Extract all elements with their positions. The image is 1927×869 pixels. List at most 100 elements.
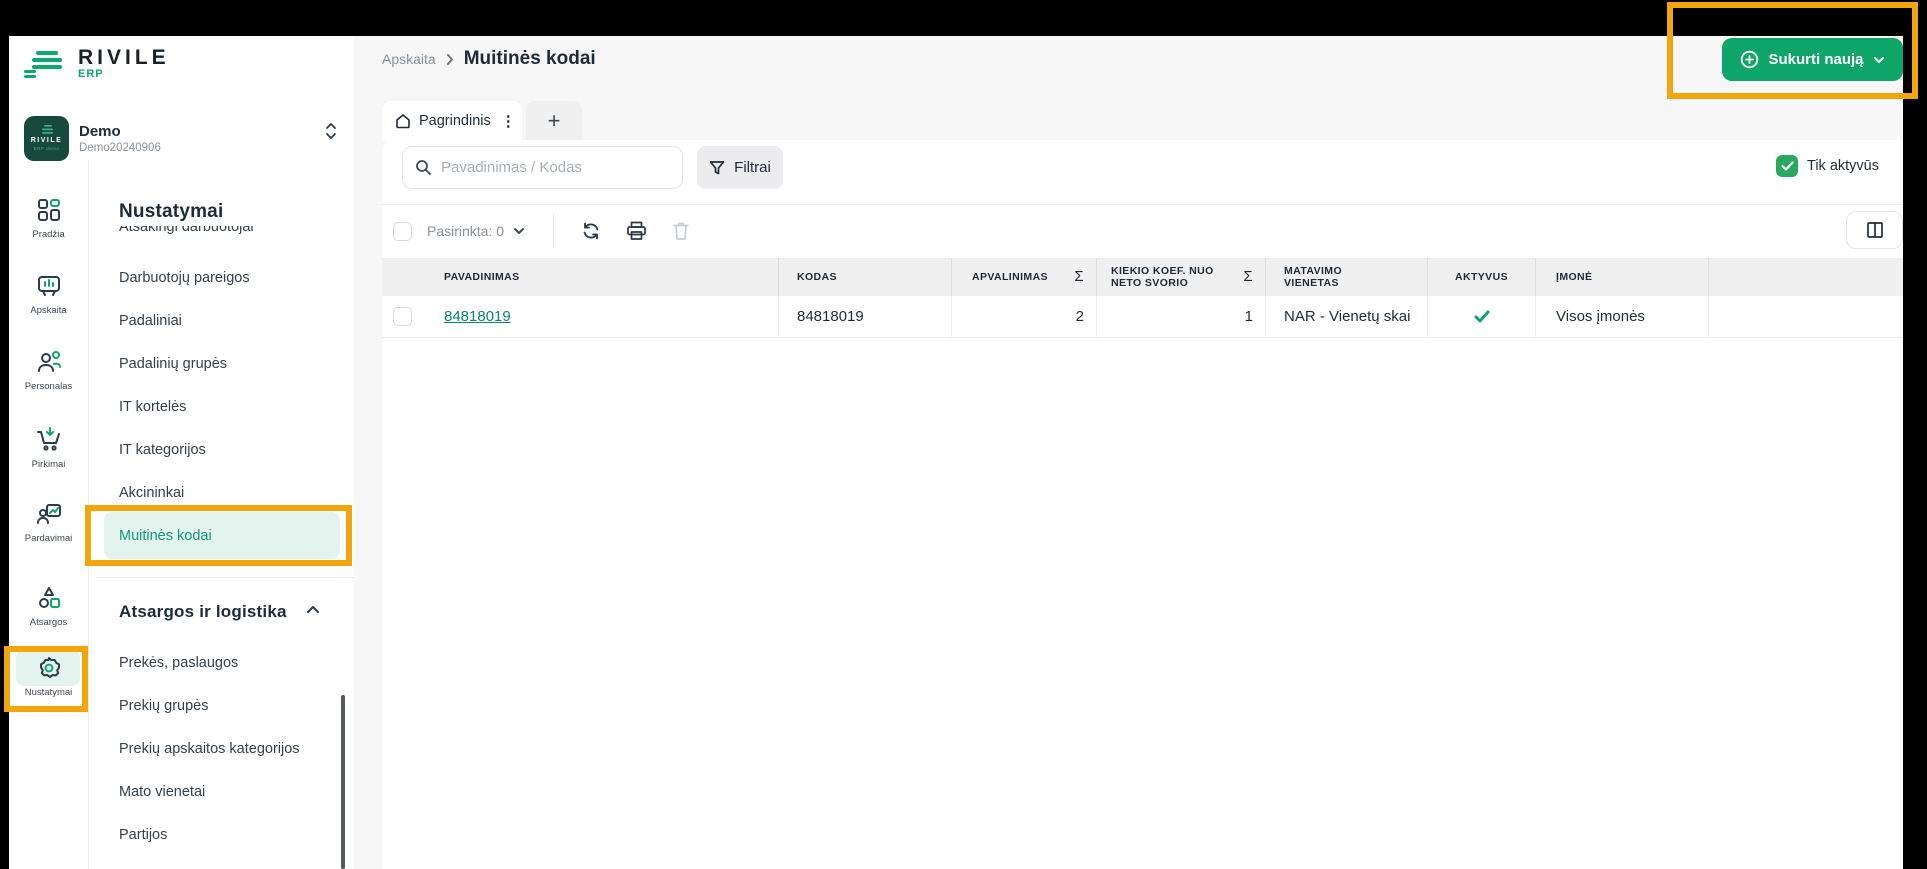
column-header-kiekio-koef[interactable]: KIEKIO KOEF. NUO NETO SVORIO Σ: [1097, 258, 1266, 296]
cell-imone: Visos įmonės: [1536, 296, 1709, 337]
sidebar-item-apskaita[interactable]: Apskaita: [9, 273, 88, 335]
cell-kiekio-koef: 1: [1097, 296, 1266, 337]
shapes-icon: [36, 585, 62, 611]
sidebar-item-it-kategorijos[interactable]: IT kategorijos: [119, 442, 206, 458]
chevron-right-icon: [446, 53, 454, 66]
account-name: Demo: [79, 123, 161, 140]
tab-label: Pagrindinis: [419, 113, 491, 129]
rail-item-label: Pardavimai: [25, 533, 73, 544]
account-switcher[interactable]: RIVILE ERP demo Demo Demo20240906: [24, 113, 344, 163]
check-icon: [1474, 310, 1490, 323]
rail-item-label: Personalas: [25, 381, 73, 392]
selected-count-label: Pasirinkta: 0: [427, 223, 504, 239]
columns-icon: [1866, 221, 1884, 239]
cell-apvalinimas: 2: [952, 296, 1097, 337]
search-icon: [415, 159, 432, 176]
cell-matavimo-vienetas: NAR - Vienetų skai: [1266, 296, 1428, 337]
home-icon: [395, 113, 411, 129]
toolbar-divider: [553, 214, 554, 248]
filters-label: Filtrai: [734, 159, 771, 176]
column-header-kodas[interactable]: KODAS: [779, 258, 952, 296]
sidebar-item-pradzia[interactable]: Pradžia: [9, 197, 88, 259]
breadcrumb-parent[interactable]: Apskaita: [382, 51, 436, 67]
print-icon[interactable]: [625, 220, 647, 242]
kebab-menu-icon[interactable]: ⋮: [501, 112, 516, 130]
selection-toolbar: Pasirinkta: 0: [393, 211, 715, 251]
chevron-down-icon[interactable]: [513, 227, 525, 235]
rail-item-label: Pradžia: [32, 229, 64, 240]
app-window: RIVILE ERP RIVILE ERP demo Demo Demo2024…: [0, 0, 1927, 869]
chevron-up-icon[interactable]: [306, 605, 320, 614]
sidebar-section-title-inventory: Atsargos ir logistika: [119, 602, 287, 622]
sigma-icon: Σ: [1243, 271, 1265, 283]
sidebar-section-title: Nustatymai: [119, 201, 223, 223]
filters-button[interactable]: Filtrai: [697, 146, 783, 189]
rail-item-label: Apskaita: [30, 305, 66, 316]
cell-empty: [1709, 296, 1903, 337]
highlight-box-nustatymai: [4, 646, 88, 712]
column-header-aktyvus[interactable]: AKTYVUS: [1428, 258, 1536, 296]
page-title: Muitinės kodai: [464, 48, 596, 70]
search-box[interactable]: [402, 146, 683, 189]
account-avatar: RIVILE ERP demo: [24, 116, 69, 161]
active-only-label: Tik aktyvūs: [1807, 158, 1879, 174]
cell-aktyvus: [1428, 296, 1536, 337]
tab-pagrindinis[interactable]: Pagrindinis ⋮: [382, 101, 522, 141]
dashboard-icon: [36, 197, 62, 223]
sales-person-chart-icon: [35, 501, 63, 527]
rail-item-label: Atsargos: [30, 617, 68, 628]
active-only-toggle[interactable]: Tik aktyvūs: [1776, 155, 1879, 177]
sidebar-item-prekes-paslaugos[interactable]: Prekės, paslaugos: [119, 655, 238, 671]
highlight-box-create-button: [1667, 2, 1918, 99]
sidebar-item-it-korteles[interactable]: IT kortelės: [119, 399, 186, 415]
rail-item-label: Pirkimai: [32, 459, 66, 470]
brand-product: ERP: [78, 68, 170, 80]
card-divider: [382, 204, 1903, 205]
accounting-board-icon: [36, 273, 62, 299]
sigma-icon: Σ: [1074, 271, 1096, 283]
column-header-imone[interactable]: ĮMONĖ: [1536, 258, 1709, 296]
swap-vertical-icon[interactable]: [324, 121, 338, 141]
column-header-empty: [1709, 258, 1903, 296]
column-header-apvalinimas[interactable]: APVALINIMAS Σ: [952, 258, 1097, 296]
sidebar-item-atsargos[interactable]: Atsargos: [9, 585, 88, 647]
cell-kodas: 84818019: [779, 296, 952, 337]
funnel-icon: [709, 160, 725, 176]
brand-name: RIVILE: [78, 48, 170, 68]
search-input[interactable]: [441, 159, 670, 176]
add-tab-button[interactable]: +: [526, 101, 582, 140]
column-settings-button[interactable]: [1846, 211, 1903, 249]
sidebar-item-partijos[interactable]: Partijos: [119, 827, 167, 843]
refresh-icon[interactable]: [580, 220, 602, 242]
sidebar-item-padaliniu-grupes[interactable]: Padalinių grupės: [119, 356, 227, 372]
sidebar-item-pirkimai[interactable]: Pirkimai: [9, 425, 88, 487]
breadcrumb: Apskaita Muitinės kodai: [382, 48, 596, 70]
sidebar-item-padaliniai[interactable]: Padaliniai: [119, 313, 182, 329]
account-code: Demo20240906: [79, 142, 161, 154]
logo-bars-icon: [24, 49, 66, 79]
table-row[interactable]: 84818019 84818019 2 1 NAR - Vienetų skai…: [382, 296, 1903, 338]
people-icon: [35, 349, 63, 375]
sidebar-item-pardavimai[interactable]: Pardavimai: [9, 501, 88, 563]
sidebar-item-akcininkai[interactable]: Akcininkai: [119, 485, 184, 501]
sidebar-item-prekiu-grupes[interactable]: Prekių grupės: [119, 698, 208, 714]
avatar-sub-text: ERP demo: [34, 146, 60, 151]
sidebar-item-darbuotoju-pareigos[interactable]: Darbuotojų pareigos: [119, 270, 250, 286]
sidebar-section-divider: [96, 577, 354, 578]
table-header-row: PAVADINIMAS KODAS APVALINIMAS Σ KIEKIO K…: [382, 258, 1903, 296]
select-all-checkbox[interactable]: [393, 222, 412, 241]
cart-icon: [35, 425, 63, 453]
app-logo: RIVILE ERP: [24, 44, 224, 84]
column-header-pavadinimas[interactable]: PAVADINIMAS: [382, 258, 779, 296]
highlight-box-muitines-kodai: [85, 505, 352, 566]
column-header-matavimo-vienetas[interactable]: MATAVIMO VIENETAS: [1266, 258, 1428, 296]
row-checkbox[interactable]: [393, 307, 412, 326]
trash-icon: [670, 220, 692, 242]
checkbox-checked-icon[interactable]: [1776, 155, 1798, 177]
sidebar-scrollbar[interactable]: [341, 695, 345, 869]
row-link-pavadinimas[interactable]: 84818019: [444, 308, 511, 325]
sidebar-item-personalas[interactable]: Personalas: [9, 349, 88, 411]
sidebar-item-mato-vienetai[interactable]: Mato vienetai: [119, 784, 205, 800]
sidebar-item-prekiu-apskaitos-kategorijos[interactable]: Prekių apskaitos kategorijos: [119, 741, 300, 757]
sidebar-item-atsakingi-darbuotojai[interactable]: Atsakingi darbuotojai: [119, 226, 319, 241]
